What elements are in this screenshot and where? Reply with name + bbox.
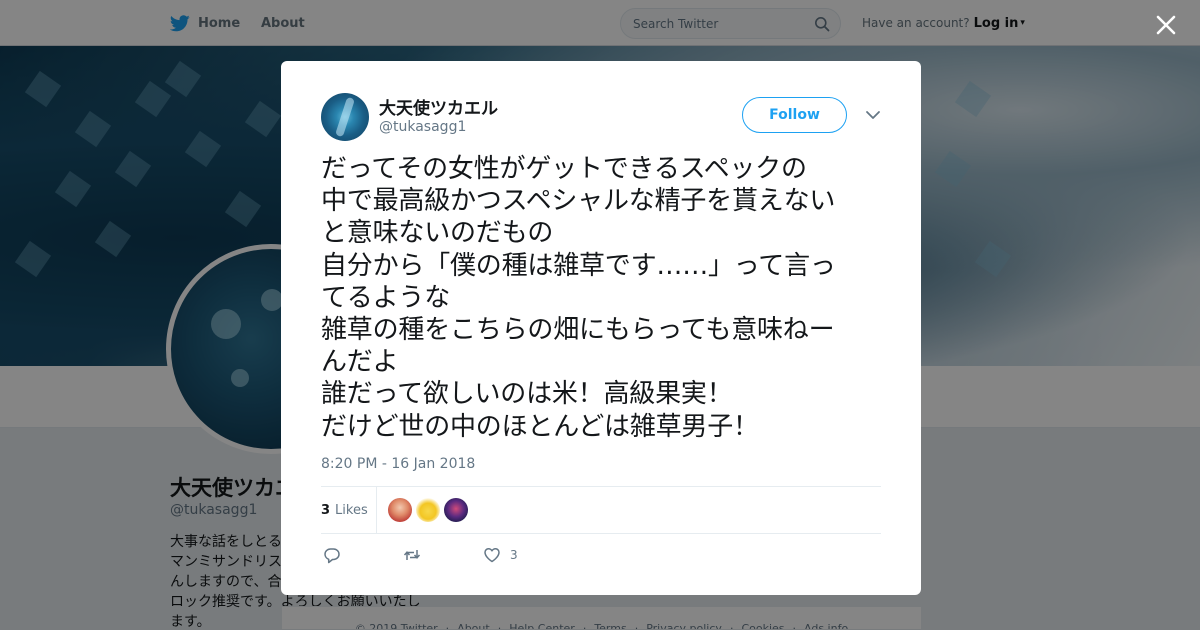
likes-stat[interactable]: 3 Likes	[321, 487, 368, 533]
likes-label: Likes	[335, 502, 368, 518]
tweet-text-line: んだよ	[321, 347, 399, 378]
tweet-text-line: 雑草の種をこちらの畑にもらっても意味ねー	[321, 315, 835, 346]
tweet-text-line: だってその女性がゲットできるスペックの	[321, 154, 807, 184]
tweet-actions: 3	[321, 541, 881, 569]
likes-count: 3	[321, 502, 331, 518]
tweet-timestamp[interactable]: 8:20 PM - 16 Jan 2018	[321, 456, 475, 472]
retweet-button[interactable]	[403, 541, 421, 569]
tweet-text-line: だけど世の中のほとんどは雑草男子！	[321, 411, 759, 442]
like-action-count: 3	[510, 548, 518, 562]
like-button[interactable]: 3	[483, 541, 518, 569]
stat-divider	[376, 487, 377, 533]
tweet-text-line: 自分から「僕の種は雑草です……」って言っ	[321, 250, 836, 281]
liker-avatar[interactable]	[444, 498, 468, 522]
tweet-author-handle[interactable]: @tukasagg1	[379, 119, 466, 135]
tweet-author-avatar[interactable]	[321, 93, 369, 141]
reply-icon	[324, 548, 340, 564]
tweet-author-name[interactable]: 大天使ツカエル	[379, 94, 498, 119]
retweet-icon	[403, 550, 421, 560]
tweet-text-line: 中で最高級かつスペシャルな精子を貰えない	[321, 186, 836, 217]
tweet-text-line: 誰だって欲しいのは米！高級果実！	[321, 379, 733, 410]
reply-button[interactable]	[323, 541, 341, 569]
tweet-stats: 3 Likes	[321, 486, 881, 534]
tweet-modal: 大天使ツカエル @tukasagg1 Follow だってその女性がゲットできる…	[281, 61, 921, 595]
chevron-down-icon[interactable]	[865, 109, 881, 121]
liker-avatar[interactable]	[416, 498, 440, 522]
close-icon[interactable]	[1155, 14, 1177, 36]
likers-list	[388, 498, 468, 522]
tweet-text-line: てるような	[321, 282, 451, 313]
liker-avatar[interactable]	[388, 498, 412, 522]
tweet-text: だってその女性がゲットできるスペックの 中で最高級かつスペシャルな精子を貰えない…	[321, 153, 889, 443]
follow-button[interactable]: Follow	[742, 97, 847, 133]
tweet-text-line: と意味ないのだもの	[321, 218, 554, 249]
heart-icon	[484, 548, 500, 563]
